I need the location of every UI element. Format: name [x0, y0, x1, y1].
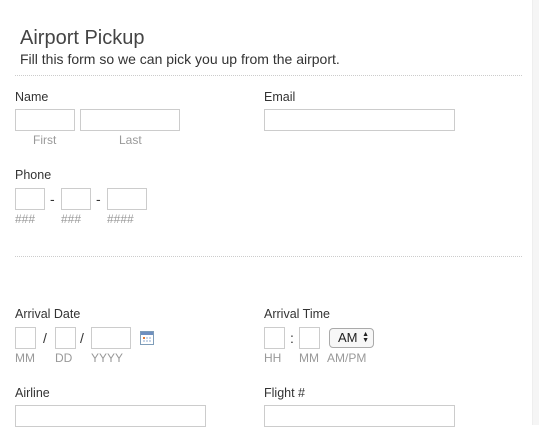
date-separator: /	[80, 330, 84, 346]
phone-label: Phone	[15, 168, 52, 182]
airline-label: Airline	[15, 386, 50, 400]
phone-prefix-input[interactable]	[61, 188, 91, 210]
month-sublabel: MM	[15, 351, 35, 365]
first-name-sublabel: First	[33, 133, 57, 147]
email-label: Email	[264, 90, 296, 104]
first-name-input[interactable]	[15, 109, 75, 131]
arrival-year-input[interactable]	[91, 327, 131, 349]
arrival-time-label: Arrival Time	[264, 307, 330, 321]
scrollbar-track[interactable]	[532, 0, 539, 425]
header-divider	[15, 75, 522, 76]
calendar-icon[interactable]	[140, 331, 154, 345]
arrival-hour-input[interactable]	[264, 327, 285, 349]
last-name-input[interactable]	[80, 109, 180, 131]
email-input[interactable]	[264, 109, 455, 131]
section-divider	[15, 256, 522, 257]
phone-line-number-sublabel: ####	[107, 212, 134, 226]
phone-line-number-input[interactable]	[107, 188, 147, 210]
date-separator: /	[43, 330, 47, 346]
ampm-selected-value: AM	[338, 330, 358, 345]
phone-separator: -	[96, 191, 101, 207]
ampm-sublabel: AM/PM	[327, 351, 367, 365]
last-name-sublabel: Last	[119, 133, 142, 147]
time-separator: :	[290, 330, 294, 346]
airline-input[interactable]	[15, 405, 206, 427]
arrival-date-label: Arrival Date	[15, 307, 81, 321]
phone-area-code-sublabel: ###	[15, 212, 36, 226]
hour-sublabel: HH	[264, 351, 282, 365]
arrival-minute-input[interactable]	[299, 327, 320, 349]
ampm-select[interactable]: AM ▲ ▼	[329, 328, 374, 348]
name-label: Name	[15, 90, 49, 104]
phone-separator: -	[50, 191, 55, 207]
year-sublabel: YYYY	[91, 351, 124, 365]
calendar-icon-graphic	[140, 331, 154, 345]
select-arrows-icon: ▲ ▼	[362, 331, 369, 344]
flight-number-input[interactable]	[264, 405, 455, 427]
arrival-day-input[interactable]	[55, 327, 76, 349]
phone-prefix-sublabel: ###	[61, 212, 82, 226]
flight-number-label: Flight #	[264, 386, 305, 400]
day-sublabel: DD	[55, 351, 73, 365]
form-subtitle: Fill this form so we can pick you up fro…	[20, 51, 340, 67]
form-title: Airport Pickup	[20, 27, 145, 49]
arrival-month-input[interactable]	[15, 327, 36, 349]
phone-area-code-input[interactable]	[15, 188, 45, 210]
minute-sublabel: MM	[299, 351, 319, 365]
